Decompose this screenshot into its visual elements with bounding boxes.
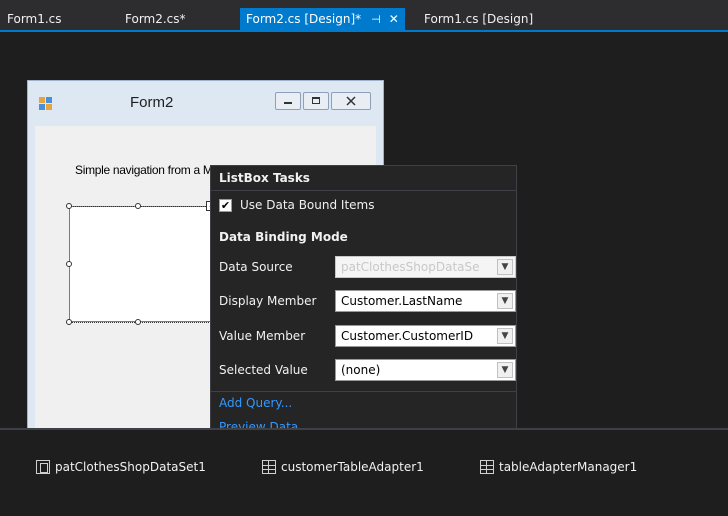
resize-handle[interactable] — [66, 319, 72, 325]
tray-item-label: patClothesShopDataSet1 — [55, 460, 206, 474]
tab-label: Form1.cs [Design] — [424, 12, 534, 26]
resize-handle[interactable] — [66, 203, 72, 209]
data-source-combo: patClothesShopDataSe ▼ — [335, 256, 516, 278]
resize-handle[interactable] — [66, 261, 72, 267]
chevron-down-icon[interactable]: ▼ — [497, 362, 513, 378]
tray-item-label: customerTableAdapter1 — [281, 460, 424, 474]
tray-item-label: tableAdapterManager1 — [499, 460, 638, 474]
tab-form1-design[interactable]: Form1.cs [Design] — [424, 8, 533, 30]
listbox-tasks-panel: ListBox Tasks ✔ Use Data Bound Items Dat… — [210, 165, 517, 442]
combo-value: patClothesShopDataSe — [341, 260, 480, 274]
use-data-bound-items-label[interactable]: Use Data Bound Items — [240, 198, 374, 212]
tab-form2-cs[interactable]: Form2.cs* — [125, 8, 186, 30]
tab-form1-cs[interactable]: Form1.cs — [7, 8, 62, 30]
resize-handle[interactable] — [135, 203, 141, 209]
document-tab-strip: Form1.cs Form2.cs* Form2.cs [Design]* ⊣ ✕ … — [0, 0, 728, 30]
tab-label: Form2.cs [Design]* — [246, 12, 362, 26]
selected-value-label: Selected Value — [219, 363, 308, 377]
pin-icon[interactable]: ⊣ — [371, 9, 381, 31]
use-data-bound-items-row[interactable]: ✔ Use Data Bound Items — [219, 198, 374, 212]
display-member-label: Display Member — [219, 294, 317, 308]
chevron-down-icon[interactable]: ▼ — [497, 293, 513, 309]
form-icon — [39, 97, 52, 110]
tray-item-table-adapter-manager[interactable]: tableAdapterManager1 — [480, 460, 637, 474]
data-source-label: Data Source — [219, 260, 293, 274]
combo-value: (none) — [341, 363, 381, 377]
table-adapter-icon — [262, 460, 276, 474]
tray-item-dataset[interactable]: patClothesShopDataSet1 — [36, 460, 206, 474]
window-buttons — [273, 92, 371, 110]
maximize-icon — [303, 92, 329, 110]
selection-border — [69, 322, 219, 323]
data-binding-mode-heading: Data Binding Mode — [219, 230, 348, 244]
tab-form2-design[interactable]: Form2.cs [Design]* ⊣ ✕ — [240, 8, 405, 30]
combo-value: Customer.LastName — [341, 294, 463, 308]
tray-item-customer-table-adapter[interactable]: customerTableAdapter1 — [262, 460, 424, 474]
value-member-combo[interactable]: Customer.CustomerID ▼ — [335, 325, 516, 347]
tab-label: Form1.cs — [7, 12, 62, 26]
combo-value: Customer.CustomerID — [341, 329, 474, 343]
divider — [211, 190, 516, 191]
resize-handle[interactable] — [135, 319, 141, 325]
close-icon[interactable]: ✕ — [389, 8, 399, 30]
use-data-bound-items-checkbox[interactable]: ✔ — [219, 198, 232, 212]
chevron-down-icon: ▼ — [497, 259, 513, 275]
display-member-combo[interactable]: Customer.LastName ▼ — [335, 290, 516, 312]
selected-value-combo[interactable]: (none) ▼ — [335, 359, 516, 381]
value-member-label: Value Member — [219, 329, 306, 343]
table-adapter-icon — [480, 460, 494, 474]
minimize-icon — [275, 92, 301, 110]
form-title-bar: Form2 — [28, 81, 383, 126]
dataset-icon — [36, 460, 50, 474]
form-title: Form2 — [130, 94, 174, 111]
tab-label: Form2.cs* — [125, 12, 186, 26]
close-window-icon — [331, 92, 371, 110]
chevron-down-icon[interactable]: ▼ — [497, 328, 513, 344]
component-tray: patClothesShopDataSet1 customerTableAdap… — [0, 430, 728, 516]
add-query-link[interactable]: Add Query... — [219, 396, 292, 410]
divider — [211, 391, 516, 392]
tasks-title: ListBox Tasks — [219, 171, 310, 185]
